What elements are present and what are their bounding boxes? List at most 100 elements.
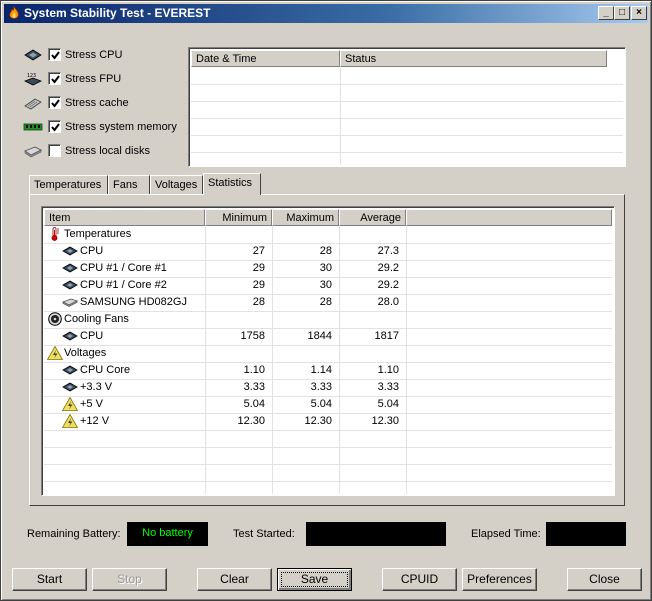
table-row[interactable]: +3.3 V 3.33 3.33 3.33: [44, 379, 614, 396]
log-column-status[interactable]: Status: [340, 50, 607, 67]
stat-average: 1.10: [377, 364, 399, 376]
stress-cache-label: Stress cache: [65, 97, 129, 109]
cpu-chip-icon: [62, 263, 78, 273]
stat-column-item[interactable]: Item: [44, 209, 205, 226]
table-row[interactable]: +12 V 12.30 12.30 12.30: [44, 413, 614, 430]
stress-disks-checkbox[interactable]: [48, 144, 61, 157]
disk-icon: [24, 146, 42, 158]
close-window-button[interactable]: ×: [631, 6, 647, 20]
stop-button[interactable]: Stop: [92, 568, 167, 591]
table-row[interactable]: CPU #1 / Core #2 29 30 29.2: [44, 277, 614, 294]
stat-maximum: 5.04: [310, 398, 332, 410]
stat-average: 1817: [374, 330, 399, 342]
close-icon: ×: [636, 7, 642, 18]
log-list[interactable]: Date & Time Status: [188, 47, 626, 167]
tab-fans[interactable]: Fans: [108, 175, 150, 195]
fan-icon: [48, 312, 62, 326]
battery-label: Remaining Battery:: [27, 528, 121, 540]
stat-item: Temperatures: [64, 228, 132, 240]
start-button[interactable]: Start: [12, 568, 87, 591]
stat-item: CPU: [80, 245, 104, 257]
table-row[interactable]: CPU 27 28 27.3: [44, 243, 614, 260]
stress-cpu-label: Stress CPU: [65, 49, 123, 61]
stress-memory-option[interactable]: Stress system memory: [23, 118, 193, 136]
stat-item: SAMSUNG HD082GJ: [80, 296, 187, 308]
stat-item: CPU: [80, 330, 104, 342]
stat-average: 5.04: [377, 398, 399, 410]
stat-maximum: 12.30: [304, 415, 332, 427]
stress-disks-option[interactable]: Stress local disks: [23, 142, 193, 160]
minimize-button[interactable]: _: [598, 6, 614, 20]
stress-cpu-option[interactable]: Stress CPU: [23, 46, 193, 64]
stat-minimum: 28: [252, 296, 265, 308]
cpu-chip-icon: [24, 49, 42, 61]
cpu-chip-icon: [62, 331, 78, 341]
stress-fpu-checkbox[interactable]: [48, 72, 61, 85]
stress-cpu-checkbox[interactable]: [48, 48, 61, 61]
grid-line: [44, 464, 612, 465]
log-column-datetime[interactable]: Date & Time: [191, 50, 340, 67]
fpu-icon: 123: [24, 73, 42, 86]
stat-maximum: 30: [319, 262, 332, 274]
stat-minimum: 27: [252, 245, 265, 257]
stat-average: 27.3: [377, 245, 399, 257]
stress-cache-checkbox[interactable]: [48, 96, 61, 109]
stat-item: CPU #1 / Core #2: [80, 279, 167, 291]
table-row[interactable]: +5 V 5.04 5.04 5.04: [44, 396, 614, 413]
stat-column-minimum[interactable]: Minimum: [205, 209, 272, 226]
thermometer-icon: [51, 227, 59, 241]
tab-temperatures[interactable]: Temperatures: [29, 175, 108, 195]
table-row[interactable]: CPU 1758 1844 1817: [44, 328, 614, 345]
memory-icon: [23, 123, 43, 131]
stress-cache-option[interactable]: Stress cache: [23, 94, 193, 112]
maximize-button[interactable]: □: [614, 6, 630, 20]
everest-flame-icon: [9, 6, 19, 19]
svg-text:123: 123: [27, 73, 36, 79]
table-row[interactable]: Temperatures: [44, 226, 614, 243]
table-row[interactable]: CPU #1 / Core #1 29 30 29.2: [44, 260, 614, 277]
preferences-button[interactable]: Preferences: [462, 568, 537, 591]
clear-button[interactable]: Clear: [197, 568, 272, 591]
stress-memory-label: Stress system memory: [65, 121, 177, 133]
table-row[interactable]: Voltages: [44, 345, 614, 362]
stat-column-average[interactable]: Average: [339, 209, 406, 226]
disk-icon: [62, 298, 78, 307]
stress-memory-checkbox[interactable]: [48, 120, 61, 133]
close-button[interactable]: Close: [567, 568, 642, 591]
stat-item: Cooling Fans: [64, 313, 129, 325]
stat-minimum: 12.30: [237, 415, 265, 427]
elapsed-time-label: Elapsed Time:: [471, 528, 541, 540]
grid-line: [44, 430, 612, 431]
test-started-label: Test Started:: [233, 528, 295, 540]
stat-column-filler: [406, 209, 612, 226]
table-row[interactable]: CPU Core 1.10 1.14 1.10: [44, 362, 614, 379]
tab-voltages[interactable]: Voltages: [150, 175, 203, 195]
stat-column-maximum[interactable]: Maximum: [272, 209, 339, 226]
table-row[interactable]: SAMSUNG HD082GJ 28 28 28.0: [44, 294, 614, 311]
title-bar[interactable]: System Stability Test - EVEREST _ □ ×: [4, 4, 648, 23]
stat-item: Voltages: [64, 347, 107, 359]
stat-item: +12 V: [80, 415, 110, 427]
voltage-icon: [62, 414, 78, 428]
cpuid-button[interactable]: CPUID: [382, 568, 457, 591]
test-started-value: [306, 522, 446, 546]
stress-fpu-option[interactable]: 123 Stress FPU: [23, 70, 193, 88]
voltage-icon: [62, 397, 78, 411]
grid-line: [44, 481, 612, 482]
stat-minimum: 1758: [240, 330, 265, 342]
cpu-chip-icon: [62, 365, 78, 375]
stat-item: +5 V: [80, 398, 103, 410]
stat-average: 3.33: [377, 381, 399, 393]
stat-minimum: 29: [252, 279, 265, 291]
grid-line: [44, 447, 612, 448]
save-button[interactable]: Save: [277, 568, 352, 591]
table-row[interactable]: Cooling Fans: [44, 311, 614, 328]
cpu-chip-icon: [62, 246, 78, 256]
stat-item: CPU #1 / Core #1: [80, 262, 167, 274]
statistics-table[interactable]: Item Minimum Maximum Average Temperature…: [41, 206, 615, 496]
stat-item: +3.3 V: [80, 381, 113, 393]
cpu-chip-icon: [62, 382, 78, 392]
focus-rect: [281, 572, 348, 587]
tab-statistics[interactable]: Statistics: [203, 173, 261, 195]
stat-average: 29.2: [377, 279, 399, 291]
